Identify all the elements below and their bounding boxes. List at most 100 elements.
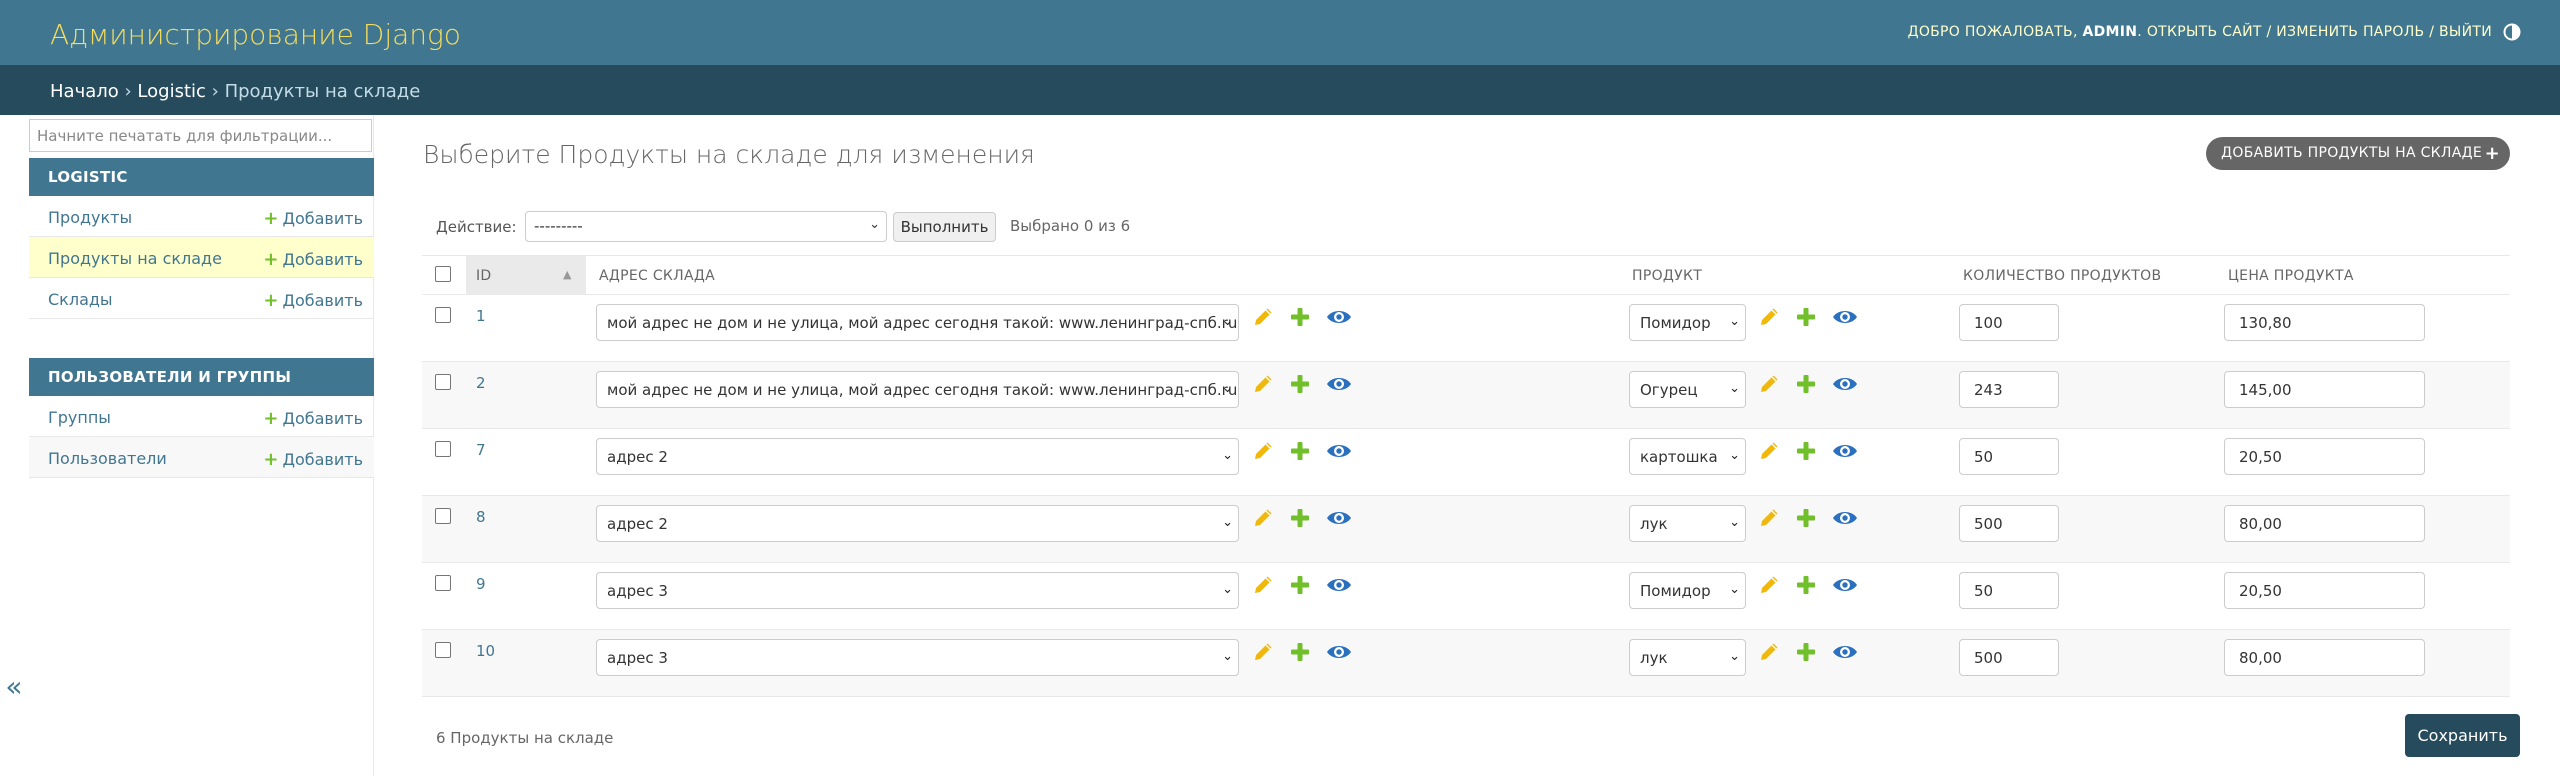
sidebar-item-label[interactable]: Группы <box>48 408 111 427</box>
address-select[interactable]: адрес 2 ⌄ <box>596 438 1239 475</box>
plus-icon[interactable] <box>1794 573 1818 597</box>
row-id-link[interactable]: 2 <box>476 374 486 392</box>
pencil-icon[interactable] <box>1757 305 1781 329</box>
quantity-input[interactable]: 50 <box>1959 572 2059 609</box>
plus-icon[interactable] <box>1794 372 1818 396</box>
eye-icon[interactable] <box>1325 506 1353 530</box>
view-site-link[interactable]: ОТКРЫТЬ САЙТ <box>2147 24 2262 40</box>
eye-icon[interactable] <box>1831 305 1859 329</box>
row-id-link[interactable]: 7 <box>476 441 486 459</box>
app-caption-logistic[interactable]: LOGISTIC <box>29 158 374 196</box>
plus-icon[interactable] <box>1288 640 1312 664</box>
eye-icon[interactable] <box>1325 439 1353 463</box>
address-select[interactable]: адрес 3 ⌄ <box>596 572 1239 609</box>
pencil-icon[interactable] <box>1757 640 1781 664</box>
eye-icon[interactable] <box>1831 640 1859 664</box>
breadcrumb-app[interactable]: Logistic <box>137 81 205 102</box>
plus-icon[interactable] <box>1288 573 1312 597</box>
change-password-link[interactable]: ИЗМЕНИТЬ ПАРОЛЬ <box>2276 24 2424 40</box>
logout-link[interactable]: ВЫЙТИ <box>2439 24 2492 40</box>
row-checkbox[interactable] <box>435 508 451 524</box>
eye-icon[interactable] <box>1325 640 1353 664</box>
address-select[interactable]: мой адрес не дом и не улица, мой адрес с… <box>596 371 1239 408</box>
price-input[interactable]: 145,00 <box>2224 371 2425 408</box>
quantity-input[interactable]: 243 <box>1959 371 2059 408</box>
sidebar-item-label[interactable]: Продукты <box>48 208 132 227</box>
sidebar-item-label[interactable]: Пользователи <box>48 449 167 468</box>
pencil-icon[interactable] <box>1757 439 1781 463</box>
row-checkbox[interactable] <box>435 642 451 658</box>
product-select[interactable]: лук ⌄ <box>1629 639 1746 676</box>
sidebar-item-products[interactable]: Продукты + Добавить <box>29 196 374 237</box>
plus-icon[interactable] <box>1794 506 1818 530</box>
row-id-link[interactable]: 1 <box>476 307 486 325</box>
pencil-icon[interactable] <box>1251 573 1275 597</box>
select-all-checkbox[interactable] <box>435 266 451 282</box>
eye-icon[interactable] <box>1831 372 1859 396</box>
product-select[interactable]: Огурец ⌄ <box>1629 371 1746 408</box>
address-select[interactable]: адрес 3 ⌄ <box>596 639 1239 676</box>
sidebar-item-label[interactable]: Склады <box>48 290 113 309</box>
save-button[interactable]: Сохранить <box>2405 714 2520 757</box>
sidebar-add-link[interactable]: + Добавить <box>263 449 363 470</box>
column-header-id[interactable]: ID <box>476 268 492 284</box>
eye-icon[interactable] <box>1831 439 1859 463</box>
pencil-icon[interactable] <box>1757 506 1781 530</box>
pencil-icon[interactable] <box>1251 305 1275 329</box>
row-checkbox[interactable] <box>435 374 451 390</box>
plus-icon[interactable] <box>1794 305 1818 329</box>
theme-toggle-icon[interactable] <box>2502 22 2522 42</box>
eye-icon[interactable] <box>1831 573 1859 597</box>
plus-icon[interactable] <box>1288 305 1312 329</box>
sidebar-item-label[interactable]: Продукты на складе <box>48 249 222 268</box>
product-select[interactable]: лук ⌄ <box>1629 505 1746 542</box>
sidebar-item-products-in-stock[interactable]: Продукты на складе + Добавить <box>29 237 374 278</box>
address-select[interactable]: мой адрес не дом и не улица, мой адрес с… <box>596 304 1239 341</box>
row-checkbox[interactable] <box>435 575 451 591</box>
price-input[interactable]: 20,50 <box>2224 438 2425 475</box>
quantity-input[interactable]: 50 <box>1959 438 2059 475</box>
sidebar-item-groups[interactable]: Группы + Добавить <box>29 396 374 437</box>
row-id-link[interactable]: 10 <box>476 642 495 660</box>
price-input[interactable]: 20,50 <box>2224 572 2425 609</box>
eye-icon[interactable] <box>1325 305 1353 329</box>
pencil-icon[interactable] <box>1251 640 1275 664</box>
sort-ascending-icon[interactable]: ▲ <box>563 268 571 281</box>
pencil-icon[interactable] <box>1251 372 1275 396</box>
row-checkbox[interactable] <box>435 307 451 323</box>
quantity-input[interactable]: 500 <box>1959 505 2059 542</box>
site-name[interactable]: Администрирование Django <box>50 18 461 51</box>
plus-icon[interactable] <box>1794 640 1818 664</box>
pencil-icon[interactable] <box>1757 573 1781 597</box>
pencil-icon[interactable] <box>1251 506 1275 530</box>
sidebar-item-warehouses[interactable]: Склады + Добавить <box>29 278 374 319</box>
sidebar-add-link[interactable]: + Добавить <box>263 208 363 229</box>
price-input[interactable]: 130,80 <box>2224 304 2425 341</box>
eye-icon[interactable] <box>1325 573 1353 597</box>
row-checkbox[interactable] <box>435 441 451 457</box>
plus-icon[interactable] <box>1794 439 1818 463</box>
sidebar-add-link[interactable]: + Добавить <box>263 408 363 429</box>
price-input[interactable]: 80,00 <box>2224 505 2425 542</box>
plus-icon[interactable] <box>1288 439 1312 463</box>
nav-filter-input[interactable] <box>29 119 372 152</box>
address-select[interactable]: адрес 2 ⌄ <box>596 505 1239 542</box>
product-select[interactable]: картошка ⌄ <box>1629 438 1746 475</box>
plus-icon[interactable] <box>1288 372 1312 396</box>
row-id-link[interactable]: 9 <box>476 575 486 593</box>
quantity-input[interactable]: 500 <box>1959 639 2059 676</box>
go-button[interactable]: Выполнить <box>893 212 996 242</box>
add-object-button[interactable]: ДОБАВИТЬ ПРОДУКТЫ НА СКЛАДЕ + <box>2206 137 2510 170</box>
toggle-sidebar-button[interactable]: « <box>0 670 28 710</box>
app-caption-auth[interactable]: ПОЛЬЗОВАТЕЛИ И ГРУППЫ <box>29 358 374 396</box>
row-id-link[interactable]: 8 <box>476 508 486 526</box>
product-select[interactable]: Помидор ⌄ <box>1629 304 1746 341</box>
price-input[interactable]: 80,00 <box>2224 639 2425 676</box>
pencil-icon[interactable] <box>1757 372 1781 396</box>
eye-icon[interactable] <box>1831 506 1859 530</box>
pencil-icon[interactable] <box>1251 439 1275 463</box>
action-select[interactable]: --------- ⌄ <box>525 211 887 242</box>
sidebar-add-link[interactable]: + Добавить <box>263 290 363 311</box>
product-select[interactable]: Помидор ⌄ <box>1629 572 1746 609</box>
plus-icon[interactable] <box>1288 506 1312 530</box>
